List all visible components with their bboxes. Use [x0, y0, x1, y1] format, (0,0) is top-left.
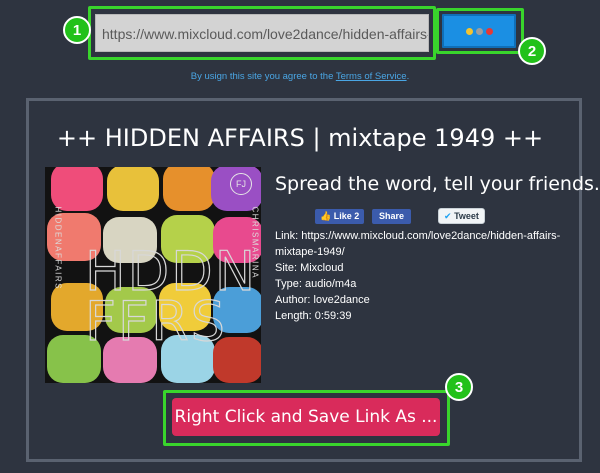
tweet-label: Tweet — [454, 211, 479, 221]
share-heading: Spread the word, tell your friends. — [275, 173, 600, 195]
terms-notice: By usign this site you agree to the Term… — [0, 71, 600, 82]
cover-logo-icon: FJ — [230, 173, 252, 195]
track-title: ++ HIDDEN AFFAIRS | mixtape 1949 ++ — [56, 124, 544, 152]
terms-prefix: By usign this site you agree to the — [190, 71, 336, 82]
loading-dot-gray-icon — [475, 27, 483, 35]
info-type: Type: audio/m4a — [275, 278, 357, 290]
facebook-share-button[interactable]: Share — [372, 209, 412, 224]
go-button[interactable] — [442, 14, 516, 48]
info-link: Link: https://www.mixcloud.com/love2danc… — [275, 230, 561, 258]
step-badge-2: 2 — [518, 37, 546, 65]
cover-title-text: HDDN FFRS — [84, 240, 258, 353]
like-label: Like 2 — [333, 211, 360, 221]
loading-dot-red-icon — [485, 27, 493, 35]
track-info: Link: https://www.mixcloud.com/love2danc… — [275, 228, 570, 324]
cover-side-text-right: CHRISMARINA — [250, 206, 260, 280]
cover-art: HDDN FFRS HIDDENAFFAIRS CHRISMARINA FJ — [45, 167, 261, 383]
terms-suffix: . — [406, 71, 410, 82]
thumbs-up-icon: 👍 — [320, 211, 332, 221]
step-badge-1: 1 — [63, 16, 91, 44]
twitter-bird-icon: ✔ — [444, 211, 452, 221]
terms-of-service-link[interactable]: Terms of Service — [336, 71, 407, 82]
info-site: Site: Mixcloud — [275, 262, 344, 274]
url-input[interactable]: https://www.mixcloud.com/love2dance/hidd… — [95, 14, 429, 52]
loading-dot-yellow-icon — [465, 27, 473, 35]
info-length: Length: 0:59:39 — [275, 310, 352, 322]
cover-side-text-left: HIDDENAFFAIRS — [53, 206, 63, 291]
step-badge-3: 3 — [445, 373, 473, 401]
info-author: Author: love2dance — [275, 294, 370, 306]
download-button[interactable]: Right Click and Save Link As ... — [172, 398, 440, 436]
facebook-like-button[interactable]: 👍 Like 2 — [315, 209, 365, 224]
tweet-button[interactable]: ✔ Tweet — [438, 208, 485, 224]
